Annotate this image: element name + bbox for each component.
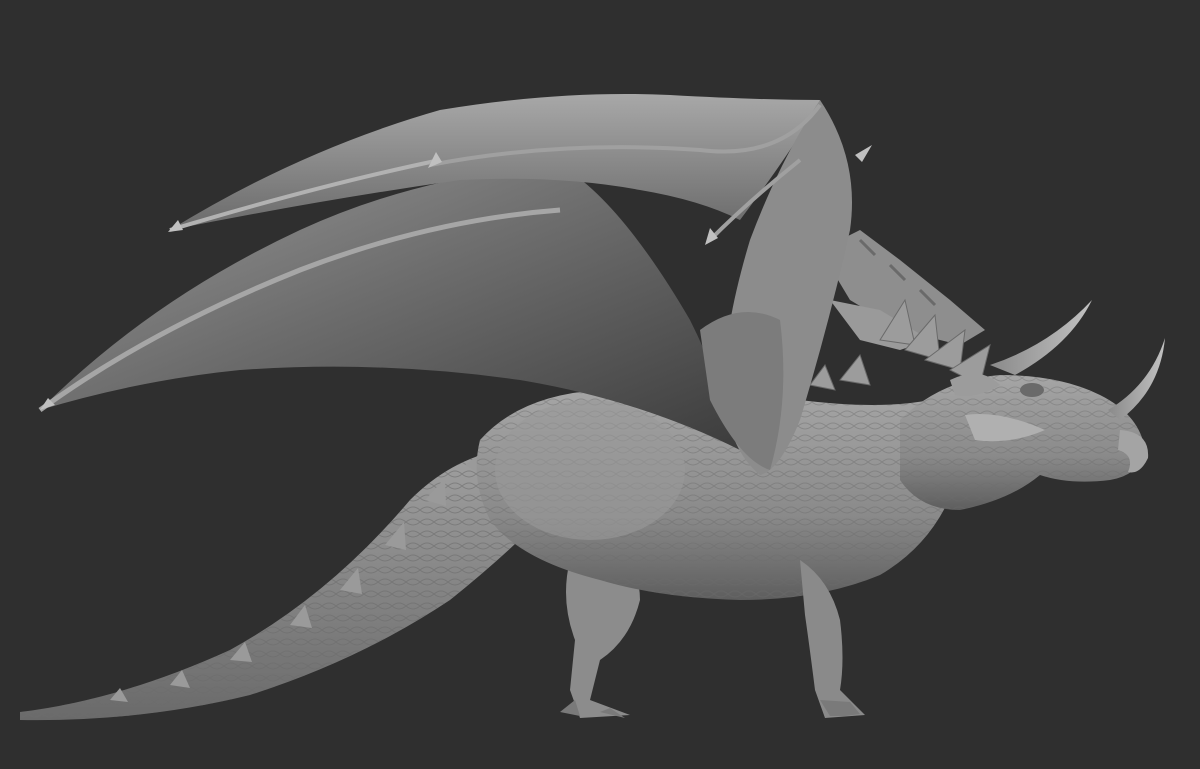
near-wing [38, 94, 872, 475]
tail [20, 448, 540, 721]
viewport [0, 0, 1200, 769]
eye [1020, 383, 1044, 397]
head [900, 373, 1149, 510]
dragon-render [20, 94, 1165, 721]
